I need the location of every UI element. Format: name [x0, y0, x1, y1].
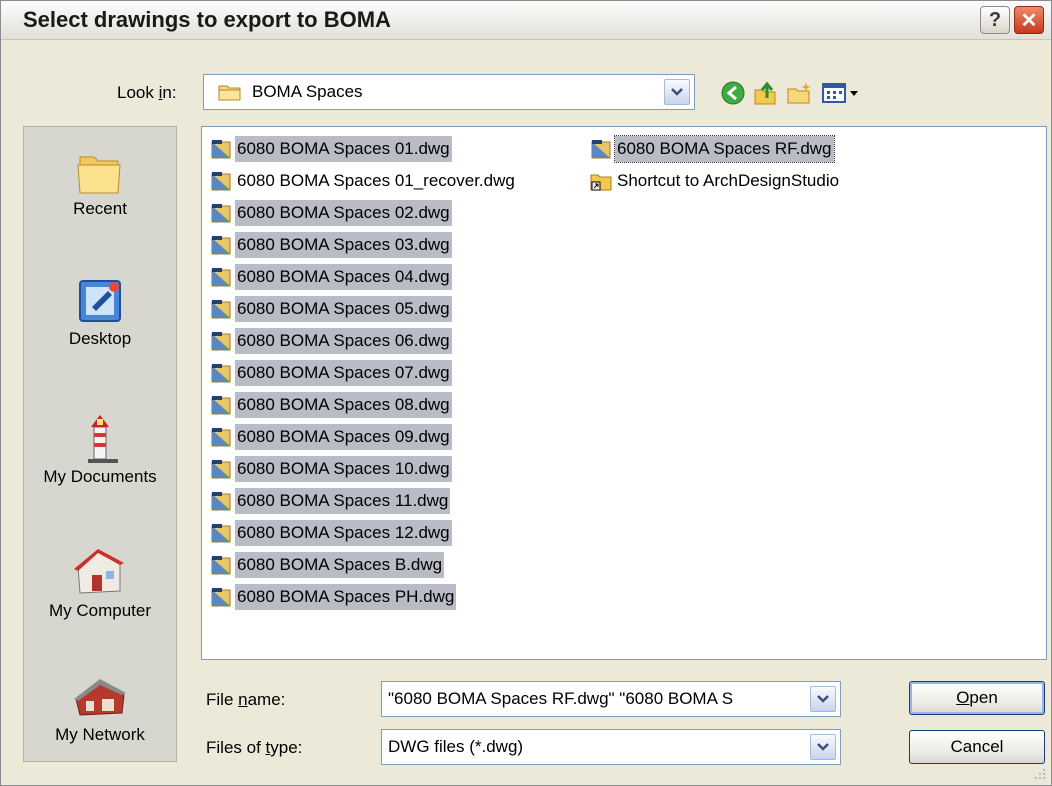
file-item[interactable]: 6080 BOMA Spaces 01.dwg — [210, 135, 452, 163]
desktop-icon — [79, 280, 121, 322]
recent-folder-icon — [77, 156, 121, 194]
dialog-title: Select drawings to export to BOMA — [23, 7, 391, 32]
place-my-network[interactable]: My Network — [24, 673, 176, 745]
help-button[interactable]: ? — [980, 6, 1010, 34]
view-menu-button[interactable] — [819, 79, 863, 107]
open-button[interactable]: Open — [909, 681, 1045, 715]
dwg-file-icon — [211, 300, 231, 319]
dwg-file-icon — [211, 492, 231, 511]
file-item[interactable]: 6080 BOMA Spaces 02.dwg — [210, 199, 452, 227]
file-type-dropdown-button[interactable] — [810, 734, 836, 760]
new-folder-icon — [787, 82, 811, 104]
dwg-file-icon — [211, 204, 231, 223]
file-dialog: Select drawings to export to BOMA ? ✕ Lo… — [0, 0, 1052, 786]
view-menu-icon — [822, 83, 858, 103]
my-network-icon — [74, 679, 126, 716]
file-name-label: File name: — [206, 690, 286, 709]
file-item[interactable]: 6080 BOMA Spaces B.dwg — [210, 551, 445, 579]
file-item[interactable]: 6080 BOMA Spaces 10.dwg — [210, 455, 452, 483]
dwg-file-icon — [211, 268, 231, 287]
file-name-input[interactable]: "6080 BOMA Spaces RF.dwg" "6080 BOMA S — [381, 681, 841, 717]
title-bar[interactable]: Select drawings to export to BOMA ? ✕ — [1, 1, 1051, 40]
file-item[interactable]: Shortcut to ArchDesignStudio — [590, 167, 841, 195]
up-folder-button[interactable] — [751, 79, 779, 107]
file-item[interactable]: 6080 BOMA Spaces PH.dwg — [210, 583, 457, 611]
look-in-value: BOMA Spaces — [252, 82, 363, 101]
back-icon — [721, 81, 745, 105]
chevron-down-icon — [817, 743, 829, 751]
file-item[interactable]: 6080 BOMA Spaces 11.dwg — [210, 487, 451, 515]
file-item[interactable]: 6080 BOMA Spaces RF.dwg — [590, 135, 835, 163]
close-button[interactable]: ✕ — [1014, 6, 1044, 34]
file-item[interactable]: 6080 BOMA Spaces 03.dwg — [210, 231, 452, 259]
my-computer-icon — [74, 549, 124, 594]
file-item[interactable]: 6080 BOMA Spaces 04.dwg — [210, 263, 452, 291]
place-desktop[interactable]: Desktop — [24, 277, 176, 349]
look-in-dropdown[interactable]: BOMA Spaces — [203, 74, 695, 110]
file-item[interactable]: 6080 BOMA Spaces 01_recover.dwg — [210, 167, 517, 195]
dwg-file-icon — [211, 172, 231, 191]
place-my-computer[interactable]: My Computer — [24, 545, 176, 621]
dwg-file-icon — [211, 588, 231, 607]
chevron-down-icon — [817, 695, 829, 703]
dwg-file-icon — [211, 524, 231, 543]
file-type-label: Files of type: — [206, 738, 303, 757]
place-my-documents[interactable]: My Documents — [24, 409, 176, 487]
folder-icon — [218, 85, 241, 101]
help-icon: ? — [988, 8, 1002, 31]
up-folder-icon — [754, 81, 776, 105]
dwg-file-icon — [211, 396, 231, 415]
close-icon: ✕ — [1020, 9, 1038, 32]
dwg-file-icon — [211, 364, 231, 383]
back-button[interactable] — [719, 79, 747, 107]
dwg-file-icon — [211, 556, 231, 575]
file-item[interactable]: 6080 BOMA Spaces 09.dwg — [210, 423, 452, 451]
file-item[interactable]: 6080 BOMA Spaces 05.dwg — [210, 295, 452, 323]
file-name-dropdown-button[interactable] — [810, 686, 836, 712]
look-in-label: Look in: — [117, 83, 177, 102]
file-item[interactable]: 6080 BOMA Spaces 07.dwg — [210, 359, 452, 387]
dwg-file-icon — [211, 140, 231, 159]
file-item[interactable]: 6080 BOMA Spaces 06.dwg — [210, 327, 452, 355]
place-recent[interactable]: Recent — [24, 149, 176, 219]
file-type-select[interactable]: DWG files (*.dwg) — [381, 729, 841, 765]
dwg-file-icon — [211, 332, 231, 351]
file-list[interactable]: 6080 BOMA Spaces 01.dwg 6080 BOMA Spaces… — [201, 126, 1047, 660]
file-item[interactable]: 6080 BOMA Spaces 12.dwg — [210, 519, 452, 547]
my-documents-icon — [88, 415, 118, 463]
dwg-file-icon — [591, 140, 611, 159]
folder-shortcut-icon — [590, 174, 612, 191]
cancel-button[interactable]: Cancel — [909, 730, 1045, 764]
file-item[interactable]: 6080 BOMA Spaces 08.dwg — [210, 391, 452, 419]
resize-grip-icon[interactable] — [1033, 767, 1047, 781]
look-in-dropdown-button[interactable] — [664, 79, 690, 105]
places-bar: Recent Desktop My Documents My Computer … — [23, 126, 177, 762]
new-folder-button[interactable] — [785, 79, 813, 107]
dwg-file-icon — [211, 460, 231, 479]
chevron-down-icon — [671, 88, 683, 96]
dwg-file-icon — [211, 236, 231, 255]
dwg-file-icon — [211, 428, 231, 447]
